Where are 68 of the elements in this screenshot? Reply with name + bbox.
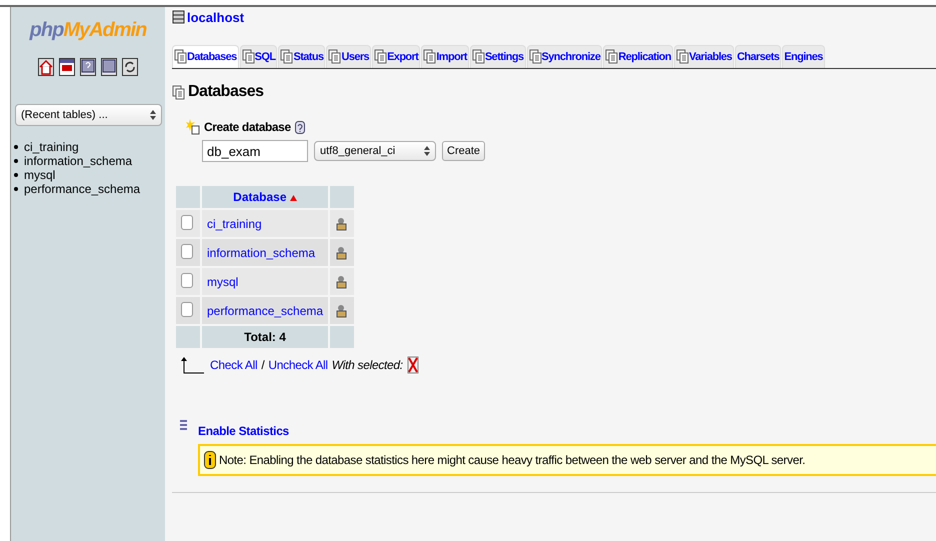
server-icon	[172, 10, 185, 24]
info-icon	[204, 451, 216, 469]
notice-text: Note: Enabling the database statistics here might cause heavy traffic between the web server and the MySQL server.	[219, 453, 806, 467]
sidebar-database-link[interactable]: mysql	[24, 168, 56, 182]
row-checkbox[interactable]	[181, 214, 193, 230]
create-button[interactable]: Create	[442, 141, 486, 161]
nav-tab[interactable]: Synchronize	[526, 45, 602, 68]
reload-icon[interactable]	[122, 58, 138, 76]
sidebar-database-link[interactable]: information_schema	[24, 154, 132, 168]
bullet-icon	[14, 173, 18, 177]
row-checkbox[interactable]	[181, 244, 193, 258]
tab-icon	[605, 49, 618, 64]
create-database-title: Create database	[204, 120, 291, 134]
bullet-icon	[14, 145, 18, 149]
collation-dropdown[interactable]: utf8_general_ci	[314, 141, 436, 161]
nav-tab[interactable]: Charsets	[734, 45, 782, 68]
page-heading: Databases	[172, 83, 936, 101]
nav-tab[interactable]: Databases	[172, 45, 239, 68]
tab-icon	[374, 49, 388, 64]
tab-icon	[328, 49, 342, 64]
check-all-link[interactable]: Check All	[210, 358, 258, 372]
separator-text: /	[261, 358, 264, 372]
database-icon	[172, 84, 185, 100]
nav-tab[interactable]: Status	[278, 45, 326, 68]
sidebar-database-link[interactable]: ci_training	[24, 140, 79, 154]
tab-icon	[242, 49, 255, 64]
arrow-up-corner-icon	[180, 356, 206, 374]
total-count: Total: 4	[202, 326, 328, 348]
privileges-icon[interactable]	[335, 246, 348, 260]
row-checkbox[interactable]	[181, 272, 193, 288]
bullet-icon	[14, 159, 18, 163]
nav-tab[interactable]: Export	[372, 45, 420, 68]
privileges-icon[interactable]	[335, 216, 348, 230]
nav-tab[interactable]: Replication	[603, 45, 674, 68]
tab-icon	[423, 49, 436, 64]
tab-icon	[528, 49, 542, 64]
nav-tab[interactable]: Settings	[470, 45, 526, 68]
tab-icon	[174, 49, 187, 64]
sort-ascending-icon	[290, 195, 297, 201]
server-breadcrumb[interactable]: localhost	[172, 7, 936, 27]
updown-icon	[424, 146, 430, 156]
tab-icon	[472, 49, 485, 64]
database-link[interactable]: mysql	[207, 274, 238, 288]
tab-icon	[676, 49, 690, 64]
sidebar-database-link[interactable]: performance_schema	[24, 182, 140, 196]
drop-icon[interactable]	[406, 356, 419, 374]
recent-tables-dropdown[interactable]: (Recent tables) ...	[15, 104, 162, 126]
nav-tab[interactable]: Variables	[674, 45, 734, 68]
new-database-icon	[186, 119, 200, 135]
database-column-header[interactable]: Database	[202, 186, 328, 208]
updown-icon	[150, 110, 156, 120]
nav-tab[interactable]: Users	[326, 45, 372, 68]
database-name-input[interactable]: db_exam	[202, 140, 308, 162]
bullet-icon	[14, 187, 18, 191]
row-checkbox[interactable]	[181, 302, 193, 316]
enable-statistics-link[interactable]: Enable Statistics	[198, 424, 289, 438]
tab-icon	[280, 49, 294, 64]
with-selected-label: With selected:	[332, 358, 403, 372]
nav-tab[interactable]: SQL	[240, 45, 278, 68]
uncheck-all-link[interactable]: Uncheck All	[268, 358, 328, 372]
help-icon[interactable]	[80, 58, 96, 76]
nav-tab[interactable]: Engines	[782, 45, 825, 68]
home-icon[interactable]	[38, 58, 54, 76]
query-window-icon[interactable]	[59, 58, 75, 76]
nav-tab[interactable]: Import	[421, 45, 469, 68]
privileges-icon[interactable]	[335, 304, 348, 318]
privileges-icon[interactable]	[335, 274, 348, 288]
help-icon[interactable]	[294, 120, 305, 134]
